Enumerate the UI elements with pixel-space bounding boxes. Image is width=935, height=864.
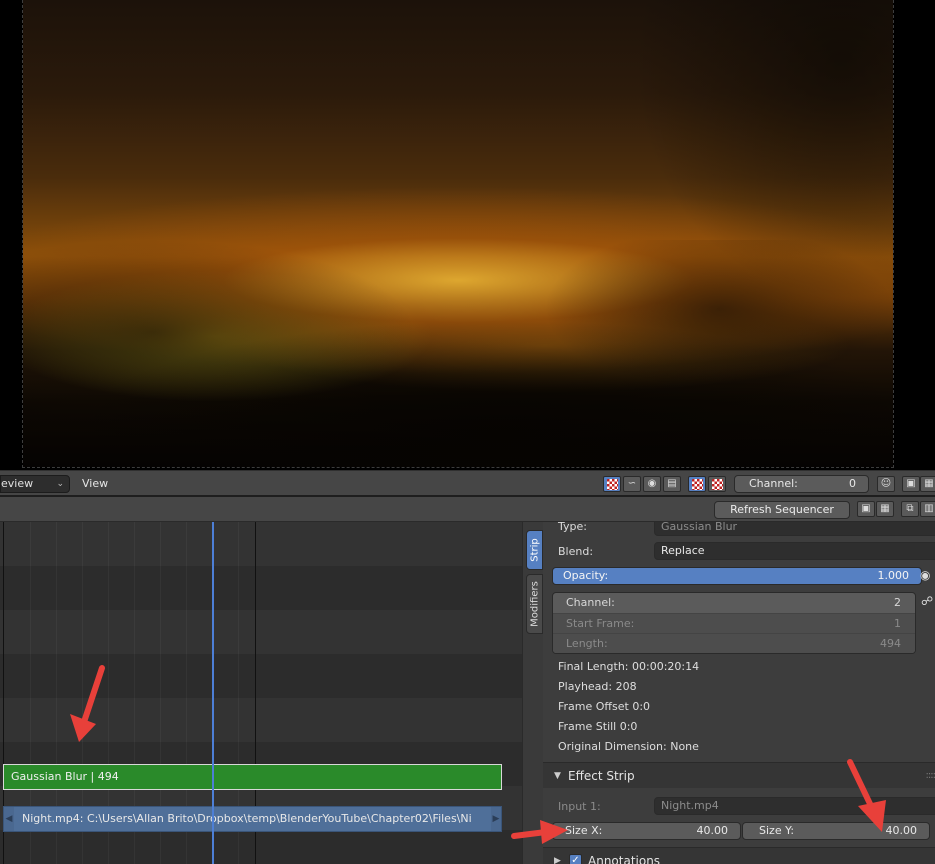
gaussian-blur-strip[interactable]: Gaussian Blur | 494 — [3, 764, 502, 790]
eye-icon[interactable]: ◉ — [920, 568, 930, 582]
strip-channel-value: 2 — [894, 596, 901, 609]
blend-label: Blend: — [558, 545, 594, 558]
start-frame-label: Start Frame: — [566, 617, 635, 630]
triangle-right-icon: ▶ — [554, 856, 561, 864]
annotation-arrow — [70, 665, 105, 742]
final-length-text: Final Length: 00:00:20:14 — [558, 660, 700, 673]
view-menu[interactable]: View — [82, 477, 108, 490]
length-label: Length: — [566, 637, 608, 650]
channel-row — [0, 610, 522, 654]
render-animation-button-2[interactable]: ▦ — [876, 501, 894, 517]
show-overlay-button[interactable] — [688, 476, 706, 492]
strip-channel-label: Channel: — [566, 596, 615, 609]
size-y-field[interactable]: Size Y: 40.00 — [742, 822, 930, 840]
histogram-icon: ▤ — [667, 478, 677, 489]
view-type-dropdown[interactable]: eview ⌄ — [0, 475, 70, 493]
frame-still-text: Frame Still 0:0 — [558, 720, 638, 733]
preview-frame-border — [22, 0, 894, 468]
preview-area — [0, 0, 935, 470]
paste-icon: ▥ — [924, 503, 934, 514]
paste-button[interactable]: ▥ — [920, 501, 935, 517]
clapper-icon: ▦ — [880, 503, 890, 514]
checker-icon — [607, 479, 618, 490]
show-safe-areas-button[interactable] — [708, 476, 726, 492]
opacity-value: 1.000 — [877, 569, 910, 582]
original-dimension-text: Original Dimension: None — [558, 740, 699, 753]
annotations-panel-header[interactable]: ▶ ✓ Annotations — [543, 847, 935, 864]
grip-icon[interactable]: :::: — [926, 763, 935, 789]
playhead-text: Playhead: 208 — [558, 680, 637, 693]
tab-modifiers[interactable]: Modifiers — [526, 574, 543, 634]
preview-channel-field[interactable]: Channel: 0 — [734, 475, 869, 493]
movie-strip[interactable]: ◀ Night.mp4: C:\Users\Allan Brito\Dropbo… — [3, 806, 502, 832]
length-value: 494 — [880, 637, 901, 650]
movie-strip-label: Night.mp4: C:\Users\Allan Brito\Dropbox\… — [22, 812, 472, 825]
sequencer-header: Refresh Sequencer ▣ ▦ ⧉ ▥ — [0, 497, 935, 522]
waveform-icon: ∽ — [627, 478, 637, 489]
refresh-sequencer-button[interactable]: Refresh Sequencer — [714, 501, 850, 519]
channel-value: 0 — [849, 477, 856, 490]
render-still-button-2[interactable]: ▣ — [857, 501, 875, 517]
channel-label: Channel: — [749, 477, 798, 490]
triangle-down-icon: ▼ — [554, 771, 561, 781]
strip-timing-block: Channel: 2 Start Frame: 1 Length: 494 — [552, 592, 916, 654]
frame-offset-text: Frame Offset 0:0 — [558, 700, 651, 713]
input1-field: Night.mp4 — [654, 797, 935, 815]
camera-icon: ▣ — [906, 478, 916, 489]
clapper-icon: ▦ — [924, 478, 934, 489]
tab-strip[interactable]: Strip — [526, 530, 543, 570]
strip-left-handle[interactable]: ◀ — [4, 807, 14, 831]
sequencer-timeline[interactable]: Gaussian Blur | 494 ◀ Night.mp4: C:\User… — [0, 522, 522, 864]
size-y-label: Size Y: — [759, 824, 795, 837]
copy-icon: ⧉ — [906, 503, 914, 514]
ghost-button[interactable]: ☺ — [877, 476, 895, 492]
tab-strip-label: Strip — [529, 538, 540, 562]
display-waveform-button[interactable]: ∽ — [623, 476, 641, 492]
camera-icon: ▣ — [861, 503, 871, 514]
lock-icon[interactable]: ☍ — [921, 594, 933, 608]
type-field: Gaussian Blur — [654, 522, 935, 536]
channel-row — [0, 830, 522, 864]
view-type-label: eview — [1, 477, 34, 490]
start-frame-field: Start Frame: 1 — [553, 613, 915, 633]
blend-dropdown[interactable]: Replace — [654, 542, 935, 560]
playhead-line[interactable] — [212, 522, 214, 864]
opacity-slider[interactable]: Opacity: 1.000 — [552, 567, 922, 585]
ghost-icon: ☺ — [880, 478, 892, 489]
type-label: Type: — [558, 522, 587, 533]
preview-header: eview ⌄ View ∽ ◉ ▤ Channel: 0 ☺ ▣ ▦ — [0, 470, 935, 497]
effect-strip-title: Effect Strip — [568, 769, 635, 783]
checker-icon — [712, 479, 723, 490]
opacity-label: Opacity: — [563, 569, 609, 582]
render-animation-button[interactable]: ▦ — [920, 476, 935, 492]
size-x-label: Size X: — [565, 824, 603, 837]
size-x-field[interactable]: Size X: 40.00 — [552, 822, 741, 840]
annotation-arrow-size-y — [847, 759, 886, 832]
chevron-down-icon: ⌄ — [56, 479, 64, 489]
vectorscope-icon: ◉ — [647, 478, 657, 489]
annotations-title: Annotations — [588, 854, 661, 864]
display-channel-rgb-button[interactable] — [603, 476, 621, 492]
display-vectorscope-button[interactable]: ◉ — [643, 476, 661, 492]
strip-right-handle[interactable]: ▶ — [491, 807, 501, 831]
blend-value: Replace — [661, 544, 705, 557]
copy-button[interactable]: ⧉ — [901, 501, 919, 517]
properties-tab-bar: Strip Modifiers — [522, 522, 543, 864]
annotations-checkbox[interactable]: ✓ — [569, 854, 582, 864]
length-field: Length: 494 — [553, 633, 915, 653]
start-frame-value: 1 — [894, 617, 901, 630]
render-still-button[interactable]: ▣ — [902, 476, 920, 492]
channel-row — [0, 522, 522, 566]
size-x-value: 40.00 — [696, 824, 729, 837]
tab-modifiers-label: Modifiers — [529, 581, 540, 627]
display-histogram-button[interactable]: ▤ — [663, 476, 681, 492]
channel-row-field[interactable]: Channel: 2 — [553, 593, 915, 613]
annotation-arrow-size-x — [511, 820, 568, 844]
channel-row — [0, 566, 522, 610]
checker-icon — [692, 479, 703, 490]
input1-label: Input 1: — [558, 800, 601, 813]
